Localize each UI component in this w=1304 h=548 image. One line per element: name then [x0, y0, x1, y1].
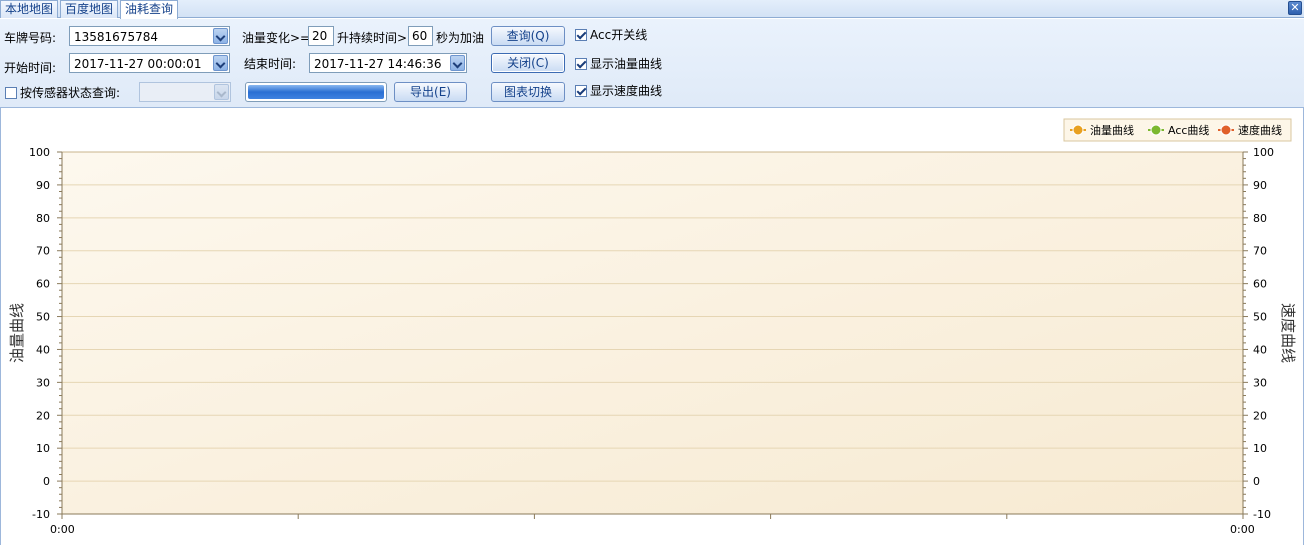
legend-label: 速度曲线	[1238, 123, 1282, 137]
refuel-label: 秒为加油	[436, 31, 485, 45]
tab-local-map[interactable]: 本地地图	[0, 0, 59, 18]
start-time-value: 2017-11-27 00:00:01	[74, 57, 202, 71]
y-tick-label-left: 70	[36, 245, 50, 258]
y-tick-label-left: 50	[36, 311, 50, 324]
plate-label: 车牌号码:	[4, 31, 57, 45]
y-tick-label-left: 20	[36, 409, 50, 422]
plot-area	[61, 151, 1244, 515]
y-tick-label-right: 80	[1253, 212, 1267, 225]
chevron-down-icon[interactable]	[213, 55, 228, 71]
acc-checkbox-label: Acc开关线	[590, 28, 648, 42]
duration-input[interactable]: 60	[408, 26, 433, 46]
y-tick-label-right: 20	[1253, 409, 1267, 422]
chart-legend: 油量曲线 Acc曲线 速度曲线	[1063, 118, 1292, 142]
chart-area: 100 90 80 70 60 50 40 30 20 10 0 -10 100 90 80 70 60 50 4…	[0, 108, 1304, 545]
legend-marker	[1072, 124, 1084, 136]
legend-label: 油量曲线	[1090, 123, 1134, 137]
oil-curve-checkbox-label: 显示油量曲线	[590, 57, 663, 71]
progress-bar	[245, 82, 387, 102]
chevron-down-icon[interactable]	[214, 84, 229, 100]
fuel-chart: 1009080706050403020100-10 10090807060504…	[8, 118, 1297, 536]
y-tick-label-right: 40	[1253, 343, 1267, 356]
y-tick-label-right: 50	[1253, 311, 1267, 324]
chevron-down-icon[interactable]	[450, 55, 465, 71]
tab-baidu-map[interactable]: 百度地图	[60, 0, 119, 18]
export-button[interactable]: 导出(E)	[394, 82, 467, 102]
y-tick-label-right: 30	[1253, 376, 1267, 389]
y-tick-label-right: 0	[1253, 475, 1260, 488]
x-tick-start: 0:00	[50, 523, 75, 536]
progress-fill	[248, 85, 384, 99]
y-tick-label-left: 0	[43, 475, 50, 488]
start-time-label: 开始时间:	[4, 61, 57, 75]
acc-checkbox[interactable]	[575, 29, 587, 41]
plate-combo[interactable]: 13581675784	[69, 26, 230, 46]
legend-marker	[1220, 124, 1232, 136]
y-tick-label-right: 70	[1253, 245, 1267, 258]
sensor-checkbox-label: 按传感器状态查询:	[20, 86, 121, 100]
y-tick-label-right: 100	[1253, 146, 1274, 159]
tab-label: 百度地图	[65, 2, 114, 16]
plate-value: 13581675784	[74, 30, 158, 44]
tab-label: 本地地图	[5, 2, 54, 16]
close-icon[interactable]: ✕	[1288, 1, 1302, 15]
chevron-down-icon[interactable]	[213, 28, 228, 44]
y-tick-label-right: 90	[1253, 179, 1267, 192]
y-tick-label-left: 90	[36, 179, 50, 192]
speed-curve-checkbox[interactable]	[575, 85, 587, 97]
y-tick-label-left: -10	[32, 508, 50, 521]
y-tick-label-left: 80	[36, 212, 50, 225]
duration-label: 升持续时间>	[337, 31, 408, 45]
end-time-picker[interactable]: 2017-11-27 14:46:36	[309, 53, 467, 73]
y-tick-label-left: 10	[36, 442, 50, 455]
oil-change-label: 油量变化>=	[242, 31, 311, 45]
close-button[interactable]: 关闭(C)	[491, 53, 565, 73]
query-button[interactable]: 查询(Q)	[491, 26, 565, 46]
x-tick-end: 0:00	[1230, 523, 1255, 536]
tab-strip: 本地地图 百度地图 油耗查询 ✕	[0, 0, 1304, 19]
speed-curve-checkbox-label: 显示速度曲线	[590, 84, 663, 98]
query-panel: 车牌号码: 13581675784 油量变化>= 20 升持续时间> 60 秒为…	[0, 19, 1304, 108]
y-tick-label-left: 100	[29, 146, 50, 159]
end-time-label: 结束时间:	[244, 57, 297, 71]
end-time-value: 2017-11-27 14:46:36	[314, 57, 442, 71]
y-tick-label-right: 60	[1253, 278, 1267, 291]
tab-fuel-query[interactable]: 油耗查询	[120, 0, 179, 19]
y-tick-label-left: 30	[36, 376, 50, 389]
oil-change-input[interactable]: 20	[308, 26, 334, 46]
y-tick-label-right: -10	[1253, 508, 1271, 521]
y-tick-label-right: 10	[1253, 442, 1267, 455]
y-axis-label-left: 油量曲线	[8, 303, 26, 363]
y-tick-label-left: 40	[36, 343, 50, 356]
start-time-picker[interactable]: 2017-11-27 00:00:01	[69, 53, 230, 73]
oil-curve-checkbox[interactable]	[575, 58, 587, 70]
tab-label: 油耗查询	[125, 2, 174, 16]
legend-marker	[1150, 124, 1162, 136]
y-tick-label-left: 60	[36, 278, 50, 291]
sensor-checkbox[interactable]	[5, 87, 17, 99]
y-axis-label-right: 速度曲线	[1279, 303, 1297, 363]
sensor-select[interactable]	[139, 82, 231, 102]
legend-label: Acc曲线	[1168, 123, 1209, 137]
switch-chart-button[interactable]: 图表切换	[491, 82, 565, 102]
